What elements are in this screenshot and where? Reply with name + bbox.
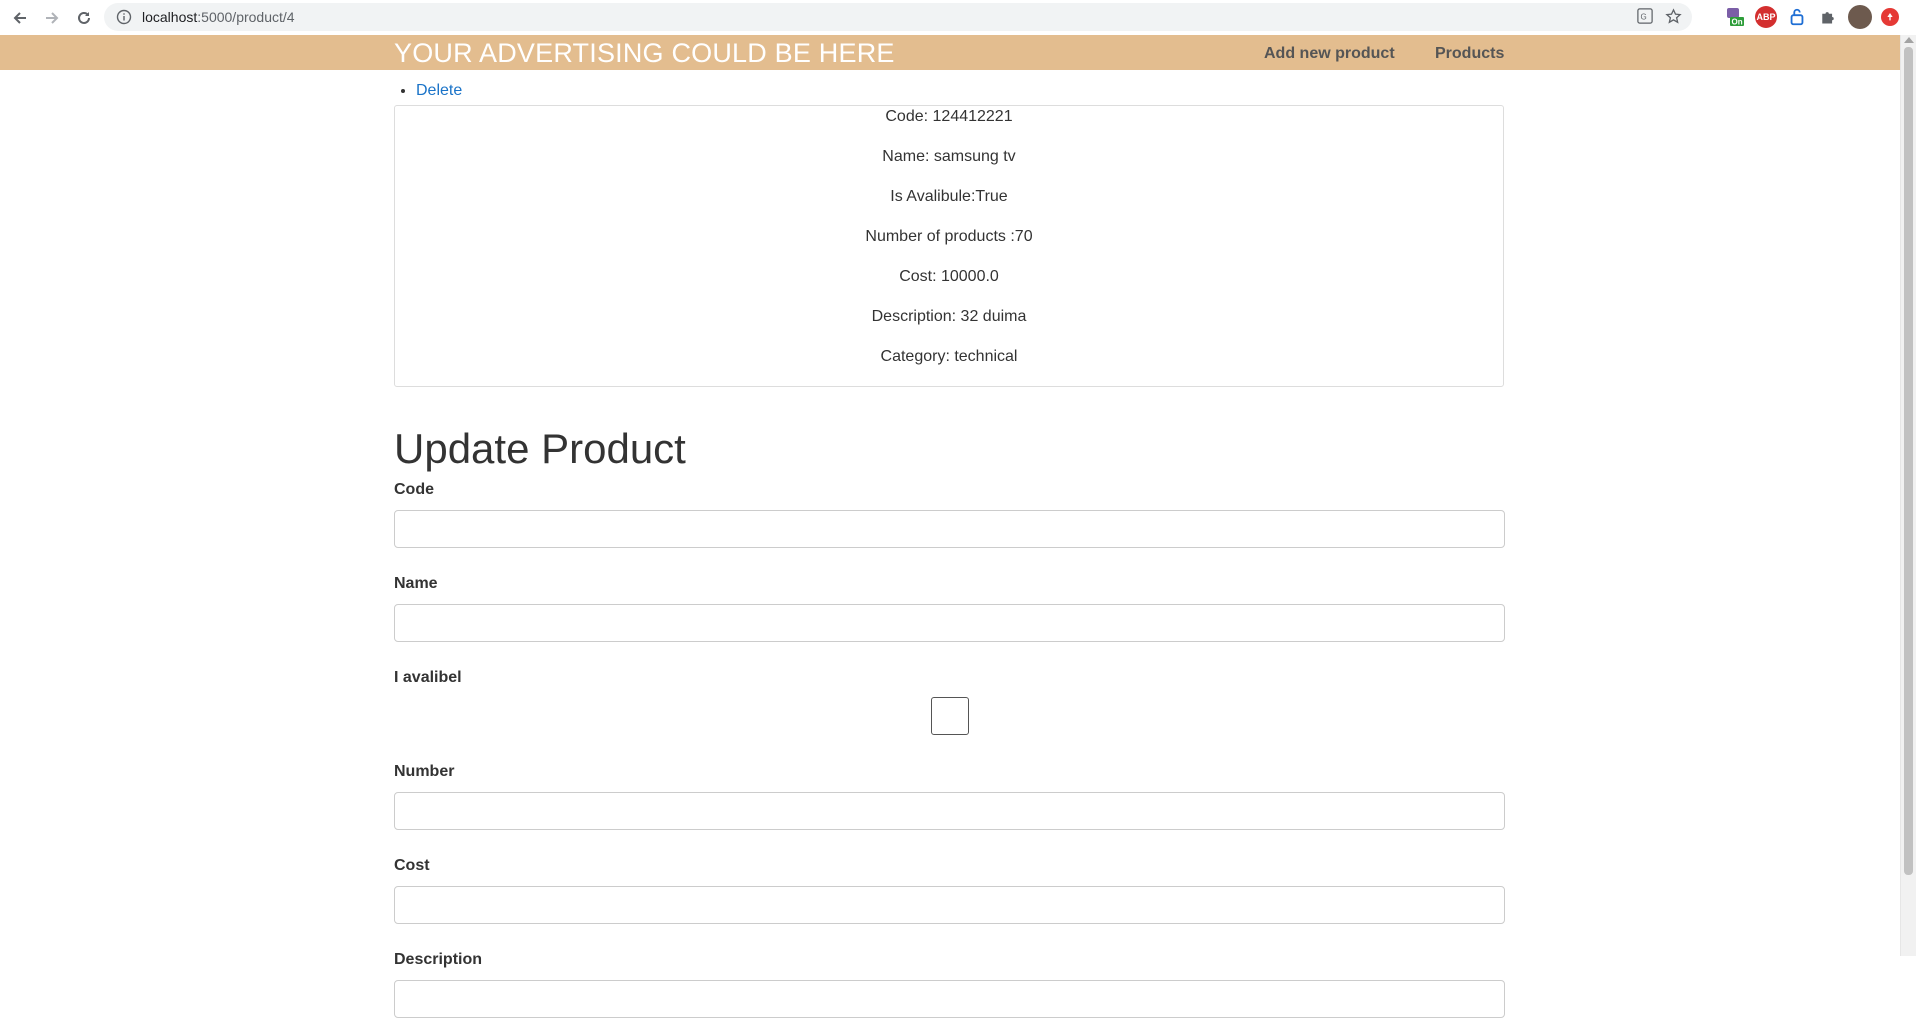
forward-button[interactable] [38, 4, 66, 32]
site-brand[interactable]: YOUR ADVERTISING COULD BE HERE [394, 38, 895, 69]
lock-extension-icon[interactable] [1786, 6, 1808, 28]
add-new-product-link[interactable]: Add new product [1264, 45, 1395, 63]
code-label: Code [394, 481, 434, 498]
product-cost: Cost: 10000.0 [899, 268, 999, 285]
back-button[interactable] [6, 4, 34, 32]
product-category: Category: technical [880, 348, 1018, 365]
code-input[interactable] [394, 510, 1505, 548]
scroll-up-icon[interactable] [1904, 37, 1914, 43]
product-name: Name: samsung tv [882, 148, 1016, 165]
number-label: Number [394, 763, 455, 780]
product-code: Code: 124412221 [885, 108, 1013, 125]
star-icon[interactable] [1664, 7, 1682, 25]
translate-icon[interactable]: G [1636, 7, 1654, 25]
page-viewport: YOUR ADVERTISING COULD BE HERE Add new p… [0, 35, 1916, 1018]
abp-icon[interactable]: ABP [1755, 6, 1777, 28]
scrollbar-thumb[interactable] [1904, 47, 1913, 875]
name-input[interactable] [394, 604, 1505, 642]
puzzle-icon[interactable] [1817, 6, 1839, 28]
page-scrollbar[interactable] [1900, 35, 1916, 956]
products-link[interactable]: Products [1435, 45, 1504, 63]
reload-button[interactable] [70, 4, 98, 32]
description-input[interactable] [394, 980, 1505, 1018]
product-description: Description: 32 duima [871, 308, 1027, 325]
svg-text:G: G [1641, 13, 1647, 22]
number-input[interactable] [394, 792, 1505, 830]
red-extension-icon[interactable] [1881, 8, 1899, 26]
avatar[interactable] [1848, 5, 1872, 29]
browser-toolbar: localhost:5000/product/4 G On ABP [0, 0, 1916, 35]
product-available: Is Avalibule:True [890, 188, 1008, 205]
address-bar[interactable]: localhost:5000/product/4 G [104, 3, 1692, 31]
available-label: I avalibel [394, 669, 462, 686]
reload-icon [78, 11, 90, 24]
cost-label: Cost [394, 857, 430, 874]
product-details-card: Code: 124412221 Name: samsung tv Is Aval… [394, 105, 1504, 387]
description-label: Description [394, 951, 483, 968]
actions-list: Delete [416, 82, 462, 100]
form-title: Update Product [394, 425, 686, 472]
list-item: Delete [416, 82, 462, 100]
svg-text:On: On [1732, 18, 1743, 27]
on-extension-icon[interactable]: On [1724, 6, 1746, 28]
back-arrow-icon [13, 11, 26, 24]
site-navbar: YOUR ADVERTISING COULD BE HERE Add new p… [0, 35, 1900, 70]
url-host: localhost [142, 9, 198, 25]
name-label: Name [394, 575, 438, 592]
forward-arrow-icon [46, 11, 59, 24]
cost-input[interactable] [394, 886, 1505, 924]
info-icon [116, 9, 132, 25]
product-number: Number of products :70 [865, 228, 1033, 245]
url-path: :5000/product/4 [197, 9, 295, 25]
delete-link[interactable]: Delete [416, 82, 462, 99]
available-checkbox[interactable] [931, 697, 969, 735]
